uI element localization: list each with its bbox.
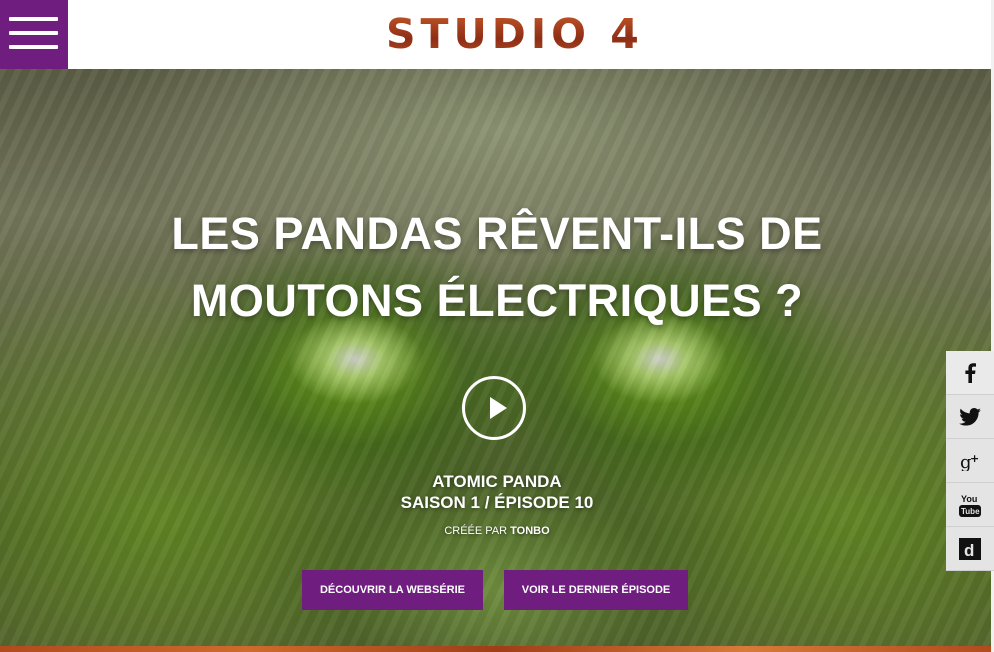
svg-text:d: d bbox=[964, 541, 974, 560]
social-google-plus-button[interactable]: g + bbox=[946, 439, 994, 483]
created-by: CRÉÉE PAR TONBO bbox=[347, 525, 647, 537]
hamburger-bar bbox=[9, 31, 58, 35]
google-plus-icon: g + bbox=[960, 452, 979, 471]
season-episode: SAISON 1 / ÉPISODE 10 bbox=[400, 493, 594, 512]
svg-text:Tube: Tube bbox=[961, 507, 980, 516]
creator-name[interactable]: TONBO bbox=[510, 525, 550, 537]
svg-text:You: You bbox=[961, 494, 977, 504]
dailymotion-icon: d bbox=[959, 537, 981, 560]
discover-webseries-button[interactable]: DÉCOUVRIR LA WEBSÉRIE bbox=[302, 570, 483, 610]
social-share-bar: g + You Tube d bbox=[946, 351, 994, 571]
facebook-icon bbox=[965, 362, 976, 383]
hamburger-bar bbox=[9, 17, 58, 21]
hamburger-menu-button[interactable] bbox=[0, 0, 68, 69]
series-name: ATOMIC PANDA bbox=[432, 472, 562, 491]
social-facebook-button[interactable] bbox=[946, 351, 994, 395]
hero-title: LES PANDAS RÊVENT-ILS DE MOUTONS ÉLECTRI… bbox=[97, 200, 897, 334]
twitter-icon bbox=[959, 407, 981, 426]
social-dailymotion-button[interactable]: d bbox=[946, 527, 994, 571]
hero-content: LES PANDAS RÊVENT-ILS DE MOUTONS ÉLECTRI… bbox=[0, 69, 994, 647]
hamburger-bar bbox=[9, 45, 58, 49]
logo-text: STUDIO 4 bbox=[386, 10, 644, 58]
social-twitter-button[interactable] bbox=[946, 395, 994, 439]
hero-title-line-1: LES PANDAS RÊVENT-ILS DE bbox=[171, 208, 823, 259]
youtube-icon: You Tube bbox=[959, 494, 981, 517]
play-video-button[interactable] bbox=[462, 376, 526, 440]
created-by-prefix: CRÉÉE PAR bbox=[444, 525, 508, 537]
svg-text:+: + bbox=[970, 452, 979, 465]
hero-banner: LES PANDAS RÊVENT-ILS DE MOUTONS ÉLECTRI… bbox=[0, 69, 994, 647]
social-youtube-button[interactable]: You Tube bbox=[946, 483, 994, 527]
site-header: STUDIO 4 bbox=[0, 0, 994, 69]
watch-latest-episode-button[interactable]: VOIR LE DERNIER ÉPISODE bbox=[504, 570, 688, 610]
studio4-logo[interactable]: STUDIO 4 bbox=[386, 10, 644, 58]
hero-title-line-2: MOUTONS ÉLECTRIQUES ? bbox=[190, 275, 804, 326]
